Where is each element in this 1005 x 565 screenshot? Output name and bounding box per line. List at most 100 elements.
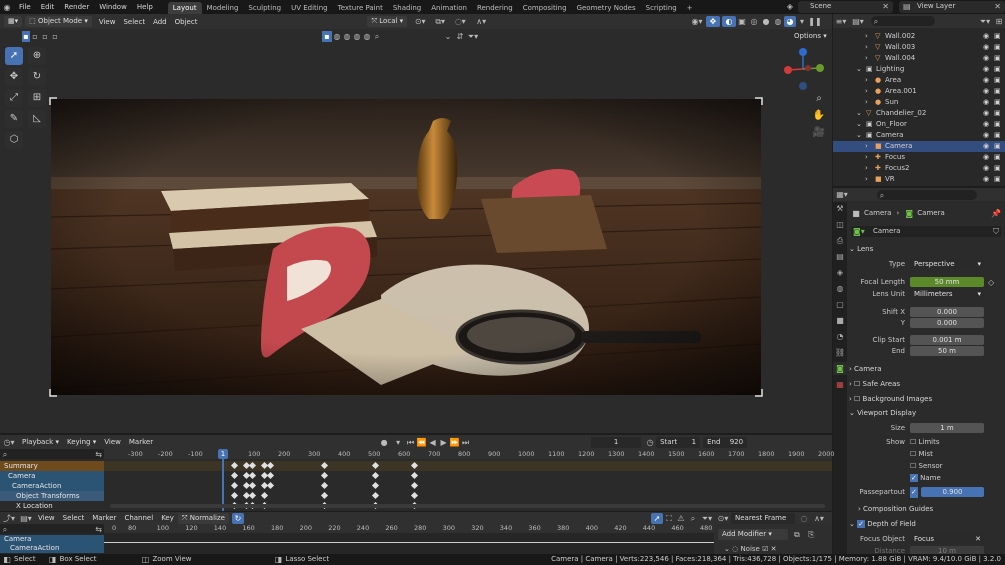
menu-edit[interactable]: Edit <box>36 0 60 14</box>
play-icon[interactable]: ▶ <box>438 437 449 448</box>
eye-icon[interactable]: ◉ <box>983 163 989 174</box>
keyframe[interactable] <box>320 481 329 490</box>
keyframe[interactable] <box>410 491 419 500</box>
select-intersect-icon[interactable]: ▫ <box>50 31 60 42</box>
physics-tab-icon[interactable]: ◔ <box>833 330 847 343</box>
tab-layout[interactable]: Layout <box>167 1 202 14</box>
expand-arrow-icon[interactable]: ⌄ <box>856 108 862 119</box>
graph-key-menu[interactable]: Key <box>157 514 178 522</box>
render-tab-icon[interactable]: ◫ <box>833 218 847 231</box>
expand-arrow-icon[interactable]: › <box>865 174 868 185</box>
focus-object-field[interactable]: Focus ✕ <box>910 534 984 544</box>
normalize-refresh-icon[interactable]: ↻ <box>231 512 244 524</box>
shift-y-field[interactable]: 0.000 <box>910 318 984 328</box>
camera-render-icon[interactable]: ▣ <box>994 97 1001 108</box>
tab-animation[interactable]: Animation <box>426 2 472 14</box>
outliner-row[interactable]: › ✚ Focus2 ◉ ▣ <box>833 163 1005 174</box>
scale-tool-icon[interactable]: ⤢ <box>5 89 23 107</box>
keyframe[interactable] <box>371 481 380 490</box>
search-icon[interactable]: ⌕ <box>372 31 382 42</box>
close-icon[interactable]: ✕ <box>994 1 1001 12</box>
filter-light-icon[interactable]: ◍ <box>342 31 352 42</box>
playback-menu[interactable]: Playback ▾ <box>18 438 63 446</box>
normalize-toggle[interactable]: ⤧ Normalize <box>177 512 229 524</box>
pause-icon[interactable]: ❚❚ <box>808 16 822 27</box>
eye-icon[interactable]: ◉ <box>983 42 989 53</box>
outliner-row[interactable]: › ▽ Wall.004 ◉ ▣ <box>833 53 1005 64</box>
camera-render-icon[interactable]: ▣ <box>994 42 1001 53</box>
camera-render-icon[interactable]: ▣ <box>994 86 1001 97</box>
filter-curve-icon[interactable]: ◍ <box>332 31 342 42</box>
add-workspace-button[interactable]: + <box>682 2 698 14</box>
new-collection-icon[interactable]: ⊞ <box>993 16 1005 27</box>
proportional-edit-icon[interactable]: ◌▾ <box>450 16 470 27</box>
eye-icon[interactable]: ◉ <box>983 119 989 130</box>
end-frame-field[interactable]: End 920 <box>703 436 748 448</box>
pivot-icon[interactable]: ⊙▾ <box>410 16 430 27</box>
camera-panel-header[interactable]: › Camera <box>849 363 999 375</box>
add-modifier-dropdown[interactable]: Add Modifier ▾ <box>718 529 788 540</box>
keyframe[interactable] <box>371 491 380 500</box>
keyframe[interactable] <box>410 471 419 480</box>
menu-select[interactable]: Select <box>119 18 149 26</box>
keying-menu[interactable]: Keying ▾ <box>63 438 100 446</box>
material-shading-icon[interactable]: ◍ <box>772 16 784 27</box>
camera-data-tab-icon[interactable]: ◙ <box>833 362 847 375</box>
camera-render-icon[interactable]: ▣ <box>994 130 1001 141</box>
outliner-search-input[interactable]: ⌕ <box>871 16 935 26</box>
transform-orientation-dropdown[interactable]: ⤧ Local ▾ <box>367 16 408 27</box>
blender-logo-icon[interactable]: ◉ <box>0 2 14 13</box>
constraints-tab-icon[interactable]: ⛓ <box>833 346 847 359</box>
keyframe[interactable] <box>231 481 239 490</box>
display-mode-icon[interactable]: ▤▾ <box>849 16 867 27</box>
clip-end-field[interactable]: 50 m <box>910 346 984 356</box>
output-tab-icon[interactable]: ⎙ <box>833 234 847 247</box>
view-layer-selector[interactable]: View Layer ▤ ✕ <box>899 1 1005 13</box>
eye-icon[interactable]: ◉ <box>983 108 989 119</box>
mist-checkbox[interactable]: ☐ Mist <box>910 449 933 460</box>
background-images-panel-header[interactable]: › ☐ Background Images <box>849 393 999 405</box>
tab-sculpting[interactable]: Sculpting <box>243 2 286 14</box>
pivot-icon[interactable]: ⊙▾ <box>715 513 731 524</box>
expand-arrow-icon[interactable]: › <box>865 86 868 97</box>
expand-arrow-icon[interactable]: ⌄ <box>856 119 862 130</box>
expand-arrow-icon[interactable]: › <box>865 152 868 163</box>
dopesheet-channel[interactable]: X Location <box>0 501 104 511</box>
eye-icon[interactable]: ◉ <box>983 130 989 141</box>
tool-tab-icon[interactable]: ⚒ <box>833 202 847 215</box>
camera-render-icon[interactable]: ▣ <box>994 108 1001 119</box>
xray-icon[interactable]: ▣ <box>736 16 748 27</box>
dopesheet-channel[interactable]: Camera <box>0 471 104 481</box>
scene-selector[interactable]: Scene ✕ <box>798 1 893 13</box>
graph-channel[interactable]: CameraAction <box>0 544 104 553</box>
depth-of-field-header[interactable]: ⌄ ✓ Depth of Field <box>849 518 999 530</box>
outliner-row[interactable]: ⌄ ▣ On_Floor ◉ ▣ <box>833 119 1005 130</box>
fcurve-line[interactable] <box>104 542 714 543</box>
filter-icon[interactable]: ⏷▾ <box>466 31 480 42</box>
tab-texture-paint[interactable]: Texture Paint <box>333 2 388 14</box>
eye-icon[interactable]: ◉ <box>983 97 989 108</box>
display-size-field[interactable]: 1 m <box>910 423 984 433</box>
search-icon[interactable]: ⌕ <box>687 513 699 524</box>
tab-compositing[interactable]: Compositing <box>518 2 572 14</box>
filter-mesh-icon[interactable]: ▪ <box>322 30 332 42</box>
graph-channel[interactable]: Camera <box>0 535 104 544</box>
eye-icon[interactable]: ◉ <box>983 64 989 75</box>
camera-render-icon[interactable]: ▣ <box>994 152 1001 163</box>
keyframe[interactable] <box>231 461 239 470</box>
camera-render-icon[interactable]: ▣ <box>994 174 1001 185</box>
swap-icon[interactable]: ⇆ <box>95 449 102 460</box>
expand-arrow-icon[interactable]: ⌄ <box>856 64 862 75</box>
tab-uv-editing[interactable]: UV Editing <box>286 2 333 14</box>
eye-icon[interactable]: ◉ <box>983 75 989 86</box>
start-frame-field[interactable]: Start 1 <box>656 436 701 448</box>
shading-options-icon[interactable]: ▾ <box>796 16 808 27</box>
safe-areas-panel-header[interactable]: › ☐ Safe Areas <box>849 378 999 390</box>
camera-render-icon[interactable]: ▣ <box>994 64 1001 75</box>
composition-guides-header[interactable]: › Composition Guides <box>858 503 1005 515</box>
zoom-icon[interactable]: ⌕ <box>812 92 826 106</box>
only-errors-icon[interactable]: ⚠ <box>675 513 687 524</box>
keyframe[interactable] <box>320 471 329 480</box>
menu-add[interactable]: Add <box>149 18 171 26</box>
keyframe[interactable] <box>410 461 419 470</box>
